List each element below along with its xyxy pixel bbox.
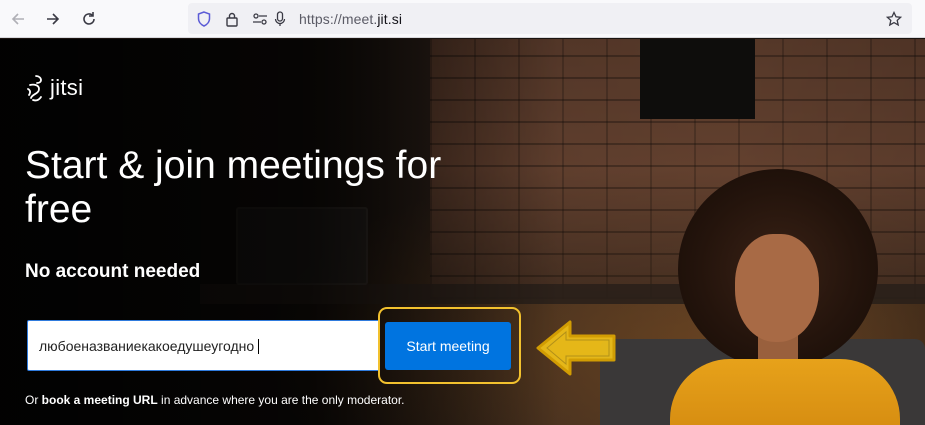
room-name-input[interactable]: [27, 320, 380, 371]
footer-prefix: Or: [25, 393, 42, 407]
annotation-arrow-icon: [536, 320, 616, 376]
logo-text: jitsi: [50, 75, 84, 100]
start-meeting-button[interactable]: Start meeting: [385, 322, 511, 370]
text-cursor: [258, 339, 259, 354]
reload-icon[interactable]: [77, 7, 101, 31]
bookmark-star-icon[interactable]: [886, 11, 902, 27]
address-bar[interactable]: https://meet.jit.si: [188, 3, 912, 34]
person-shirt: [670, 359, 900, 425]
url-text: https://meet.jit.si: [299, 11, 402, 27]
back-icon[interactable]: [6, 7, 30, 31]
jitsi-welcome-page: jitsi Start & join meetings for free No …: [0, 39, 925, 425]
url-domain: jit.si: [377, 11, 403, 27]
jitsi-logo-icon: [27, 75, 42, 102]
hero-person-image: [660, 169, 900, 425]
footer-suffix: in advance where you are the only modera…: [157, 393, 405, 407]
lock-icon[interactable]: [224, 11, 240, 27]
person-face: [735, 234, 819, 342]
jitsi-logo[interactable]: jitsi: [24, 73, 83, 103]
background-window: [640, 39, 755, 119]
microphone-icon[interactable]: [272, 11, 288, 27]
browser-toolbar: https://meet.jit.si: [0, 0, 925, 38]
url-prefix: https://meet.: [299, 11, 378, 27]
footer-text: Or book a meeting URL in advance where y…: [25, 393, 405, 407]
page-headline: Start & join meetings for free: [25, 144, 442, 231]
permissions-icon[interactable]: [252, 11, 268, 27]
page-subheading: No account needed: [25, 261, 201, 282]
shield-icon[interactable]: [196, 11, 212, 27]
book-meeting-url-link[interactable]: book a meeting URL: [42, 393, 158, 407]
forward-icon[interactable]: [41, 7, 65, 31]
